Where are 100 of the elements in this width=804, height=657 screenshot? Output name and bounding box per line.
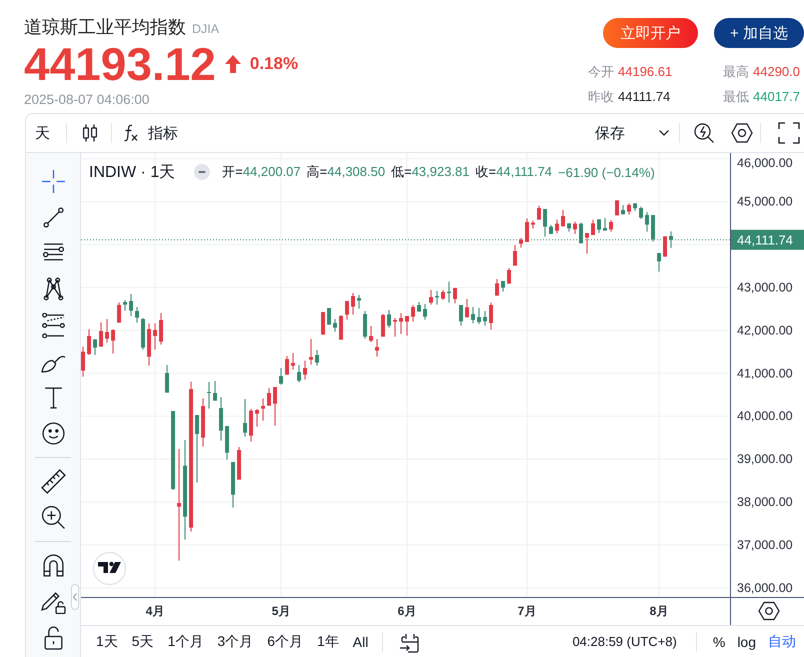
candlestick xyxy=(231,462,236,508)
range-button[interactable]: 6个月 xyxy=(260,628,310,654)
candlestick xyxy=(123,300,128,311)
candlestick xyxy=(603,218,608,231)
candlestick xyxy=(477,308,482,324)
ref-line-label: 44,111.74 xyxy=(737,232,793,248)
index-code: DJIA xyxy=(192,21,220,38)
chevron-left-icon xyxy=(73,593,77,601)
candlestick xyxy=(441,290,446,300)
stat-label: 最高 xyxy=(723,62,749,80)
price-axis-label: 37,000.00 xyxy=(737,538,793,552)
candlestick xyxy=(657,253,662,272)
candlestick xyxy=(579,222,584,244)
interval-button[interactable]: 天 xyxy=(27,118,58,148)
quote-time: 2025-08-07 04:06:00 xyxy=(24,91,150,109)
save-button[interactable]: 保存 xyxy=(589,118,631,148)
candlestick xyxy=(249,409,254,442)
candlestick xyxy=(567,223,572,232)
scale-button[interactable]: % xyxy=(706,628,732,654)
scale-button[interactable]: log xyxy=(731,628,762,654)
crosshair-icon[interactable] xyxy=(40,168,66,194)
candlestick xyxy=(513,244,518,266)
candlestick xyxy=(417,302,422,312)
range-button[interactable]: 5天 xyxy=(124,628,161,654)
candlestick xyxy=(327,308,332,325)
price-axis-label: 38,000.00 xyxy=(737,495,793,510)
trend-line-icon[interactable] xyxy=(40,204,66,230)
ohlc-label: 收= xyxy=(476,164,496,179)
ohlc-label: 低= xyxy=(391,164,412,179)
candlestick xyxy=(381,314,386,337)
candlestick xyxy=(99,322,104,347)
candlestick xyxy=(495,279,500,296)
minus-circle-icon[interactable] xyxy=(194,164,210,180)
time-axis-label: 6月 xyxy=(398,604,416,618)
time-axis-label: 4月 xyxy=(146,604,164,618)
range-button[interactable]: 3个月 xyxy=(210,628,260,654)
candlestick-icon[interactable] xyxy=(82,124,98,142)
time-axis-label: 7月 xyxy=(518,604,536,618)
time-axis-label: 8月 xyxy=(650,604,668,618)
price-axis-label: 45,000.00 xyxy=(737,194,793,209)
chart-logo-icon xyxy=(92,552,126,586)
candlestick xyxy=(591,220,596,235)
smiley-icon[interactable] xyxy=(40,420,66,446)
magnet-icon[interactable] xyxy=(40,552,66,578)
candlestick xyxy=(537,206,542,220)
candlestick xyxy=(519,238,524,248)
caret-icon[interactable] xyxy=(659,130,669,136)
timezone-button[interactable]: 04:28:59 (UTC+8) xyxy=(566,628,683,654)
candlestick xyxy=(225,426,230,460)
range-button[interactable]: All xyxy=(346,628,376,654)
add-watchlist-button[interactable]: + 加自选 xyxy=(714,18,804,48)
candlestick xyxy=(507,268,512,284)
indicators-button[interactable]: 指标 xyxy=(118,118,184,148)
settings-icon[interactable] xyxy=(731,123,753,143)
candlestick xyxy=(87,329,92,355)
range-button[interactable]: 1天 xyxy=(89,628,125,654)
candlestick xyxy=(357,295,362,309)
candlestick xyxy=(351,293,356,315)
candlestick xyxy=(633,203,638,211)
stat-value: 44290.0 xyxy=(753,64,800,79)
stat-label: 昨收 xyxy=(588,88,614,106)
ohlc-value: 44,308.50 xyxy=(327,164,386,179)
candlestick xyxy=(213,380,218,401)
collapse-handle[interactable] xyxy=(71,584,79,610)
candlestick xyxy=(81,346,86,377)
lightning-search-icon[interactable] xyxy=(694,123,714,143)
candlestick xyxy=(453,288,458,304)
price-axis-label: 36,000.00 xyxy=(737,580,793,595)
zoom-in-icon[interactable] xyxy=(40,504,66,530)
candlestick xyxy=(627,203,632,215)
candlestick xyxy=(435,290,440,305)
change-percent: 0.18% xyxy=(250,54,298,74)
range-button[interactable]: 1年 xyxy=(310,628,346,654)
price-axis-label: 43,000.00 xyxy=(737,280,793,294)
ohlc-label: 高= xyxy=(306,164,328,179)
stat-label: 最低 xyxy=(723,88,749,106)
candlestick xyxy=(525,218,530,242)
price-axis-label: 41,000.00 xyxy=(737,366,793,380)
candlestick xyxy=(273,387,278,426)
pattern-icon[interactable] xyxy=(40,276,66,302)
candlestick xyxy=(315,350,320,366)
ohlc-label: 开= xyxy=(222,164,243,179)
candlestick xyxy=(615,200,620,216)
open-account-button[interactable]: 立即开户 xyxy=(603,18,698,48)
range-button[interactable]: 1个月 xyxy=(160,628,210,654)
settings-icon[interactable] xyxy=(758,602,780,620)
candlestick xyxy=(267,388,272,406)
scale-button[interactable]: 自动 xyxy=(762,628,802,654)
time-axis-label: 5月 xyxy=(272,604,290,618)
fullscreen-icon[interactable] xyxy=(778,122,800,144)
candlestick xyxy=(555,220,560,234)
stat-value: 44017.7 xyxy=(753,89,800,104)
candlestick xyxy=(165,364,170,393)
candlestick xyxy=(285,356,290,375)
function-icon xyxy=(124,124,138,142)
candlestick xyxy=(465,299,470,318)
parallel-lines-icon[interactable] xyxy=(40,312,66,338)
candlestick xyxy=(645,212,650,232)
ruler-icon[interactable] xyxy=(40,468,66,494)
index-price: 44193.12 xyxy=(24,42,216,86)
